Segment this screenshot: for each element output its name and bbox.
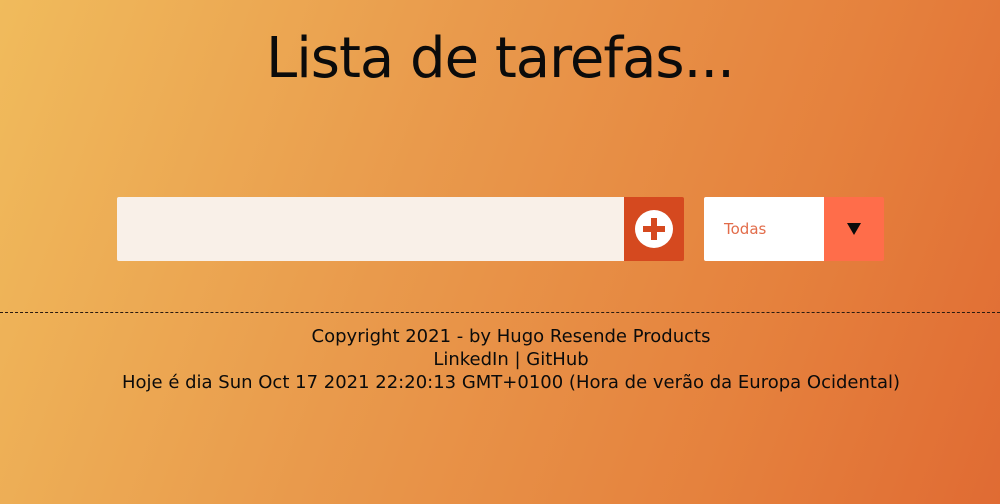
- footer: Copyright 2021 - by Hugo Resende Product…: [0, 325, 1000, 394]
- footer-divider: [0, 312, 1000, 313]
- footer-links: LinkedIn | GitHub: [0, 348, 1000, 371]
- copyright-text: Copyright 2021 - by Hugo Resende Product…: [311, 326, 711, 347]
- todo-form: Todas: [117, 197, 884, 261]
- linkedin-link[interactable]: LinkedIn: [433, 349, 508, 370]
- current-date-text: Hoje é dia Sun Oct 17 2021 22:20:13 GMT+…: [121, 372, 900, 393]
- filter-dropdown-button[interactable]: [824, 197, 884, 261]
- link-separator: |: [508, 349, 527, 370]
- filter-select[interactable]: Todas: [704, 197, 884, 261]
- page-title: Lista de tarefas...: [266, 26, 735, 91]
- todo-input[interactable]: [117, 197, 624, 261]
- add-todo-button[interactable]: [624, 197, 684, 261]
- plus-circle-icon: [634, 209, 674, 249]
- github-link[interactable]: GitHub: [526, 349, 588, 370]
- triangle-down-icon: [847, 220, 861, 239]
- filter-selected-value: Todas: [704, 197, 824, 261]
